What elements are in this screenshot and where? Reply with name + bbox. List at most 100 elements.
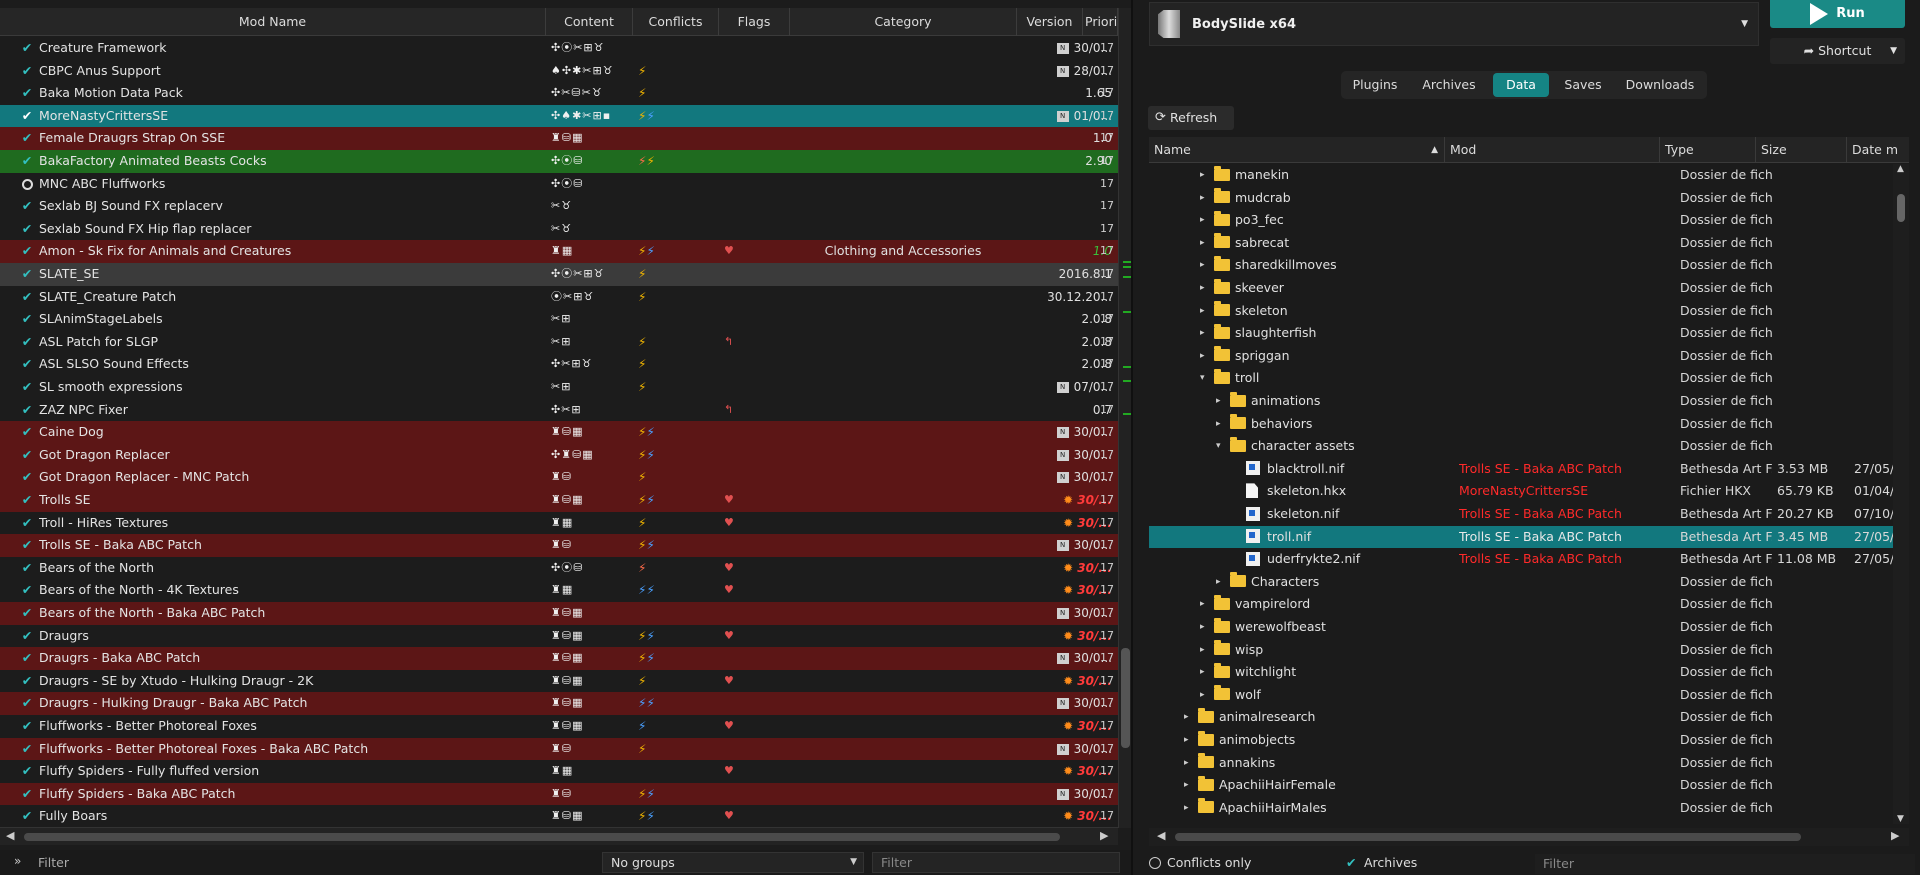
tab-saves[interactable]: Saves bbox=[1553, 73, 1613, 97]
tree-file-row[interactable]: troll.nif Trolls SE - Baka ABC Patch Bethe… bbox=[1149, 525, 1893, 549]
scroll-right-icon[interactable]: ▶ bbox=[1100, 829, 1108, 842]
chevron-right-icon[interactable]: ▸ bbox=[1200, 232, 1212, 255]
chevron-right-icon[interactable]: ▸ bbox=[1200, 593, 1212, 616]
tree-folder-row[interactable]: ▸ animations Dossier de fich... bbox=[1149, 390, 1893, 413]
chevron-right-icon[interactable]: ▸ bbox=[1200, 187, 1212, 210]
mod-enabled-checkbox[interactable]: ✔ bbox=[20, 760, 34, 783]
mod-enabled-checkbox[interactable]: ✔ bbox=[20, 376, 34, 399]
chevron-right-icon[interactable]: ▸ bbox=[1216, 390, 1228, 413]
mod-enabled-checkbox[interactable]: ✔ bbox=[20, 308, 34, 331]
column-size[interactable]: Size bbox=[1756, 137, 1847, 163]
mod-enabled-checkbox[interactable]: ✔ bbox=[20, 512, 34, 535]
scroll-down-icon[interactable]: ▼ bbox=[1897, 814, 1904, 824]
mod-row[interactable]: ✔ ASL SLSO Sound Effects ✣✂⊞♉ ⚡ 2.0.8 17 bbox=[0, 353, 1118, 376]
tree-folder-row[interactable]: ▸ animobjects Dossier de fich... bbox=[1149, 729, 1893, 752]
scrollbar-thumb[interactable] bbox=[1121, 648, 1130, 748]
tree-folder-row[interactable]: ▸ sharedkillmoves Dossier de fich... bbox=[1149, 254, 1893, 277]
data-tree-vertical-scrollbar[interactable]: ▲ ▼ bbox=[1893, 164, 1909, 824]
run-button[interactable]: Run bbox=[1770, 0, 1905, 28]
mod-enabled-checkbox[interactable] bbox=[20, 173, 34, 196]
tree-folder-row[interactable]: ▸ po3_fec Dossier de fich... bbox=[1149, 209, 1893, 232]
tree-folder-row[interactable]: ▸ ApachiiHairMales Dossier de fich... bbox=[1149, 797, 1893, 820]
mod-row[interactable]: ✔ Amon - Sk Fix for Animals and Creatures… bbox=[0, 240, 1118, 263]
mod-row[interactable]: ✔ Fluffworks - Better Photoreal Foxes ♜⛁▦ ⚡… bbox=[0, 715, 1118, 738]
mod-row[interactable]: MNC ABC Fluffworks ✣⦿⛁ 17 bbox=[0, 172, 1118, 196]
chevron-right-icon[interactable] bbox=[1232, 503, 1244, 526]
mod-enabled-checkbox[interactable]: ✔ bbox=[20, 444, 34, 467]
mod-row[interactable]: ✔ ASL Patch for SLGP ✂⊞ ⚡ ↰ 2.0.8 17 bbox=[0, 330, 1118, 354]
scrollbar-thumb[interactable] bbox=[1175, 833, 1801, 841]
tree-folder-row[interactable]: ▸ witchlight Dossier de fich... bbox=[1149, 661, 1893, 684]
column-type[interactable]: Type bbox=[1660, 137, 1756, 163]
chevron-right-icon[interactable]: ▸ bbox=[1200, 661, 1212, 684]
mod-enabled-checkbox[interactable]: ✔ bbox=[20, 647, 34, 670]
mod-enabled-checkbox[interactable]: ✔ bbox=[20, 489, 34, 512]
chevron-right-icon[interactable]: ▸ bbox=[1200, 322, 1212, 345]
chevron-right-icon[interactable]: ▸ bbox=[1200, 300, 1212, 323]
column-conflicts[interactable]: Conflicts bbox=[633, 8, 719, 36]
tree-folder-row[interactable]: ▾ character assets Dossier de fich... bbox=[1149, 435, 1893, 458]
mod-enabled-checkbox[interactable]: ✔ bbox=[20, 331, 34, 354]
chevron-right-icon[interactable]: ▸ bbox=[1200, 616, 1212, 639]
tree-folder-row[interactable]: ▸ skeever Dossier de fich... bbox=[1149, 277, 1893, 300]
mod-row[interactable]: ✔ SL smooth expressions ✂⊞ ⚡ N 07/0... 17 bbox=[0, 376, 1118, 399]
expand-filters-icon[interactable]: » bbox=[14, 854, 21, 868]
mod-row[interactable]: ✔ Caine Dog ♜⛁▦ ⚡⚡ N 30/0... 17 bbox=[0, 421, 1118, 444]
scroll-right-icon[interactable]: ▶ bbox=[1891, 829, 1899, 842]
tree-folder-row[interactable]: ▸ behaviors Dossier de fich... bbox=[1149, 413, 1893, 436]
mod-enabled-checkbox[interactable]: ✔ bbox=[20, 353, 34, 376]
tree-folder-row[interactable]: ▸ skeleton Dossier de fich... bbox=[1149, 300, 1893, 323]
mod-enabled-checkbox[interactable]: ✔ bbox=[20, 195, 34, 218]
data-filter-input[interactable]: Filter bbox=[1535, 854, 1915, 874]
mod-row[interactable]: ✔ Trolls SE ♜⛁▦ ⚡⚡ ♥ ✹ 30/... 17 bbox=[0, 489, 1118, 512]
mod-enabled-checkbox[interactable]: ✔ bbox=[20, 263, 34, 286]
chevron-right-icon[interactable]: ▸ bbox=[1200, 639, 1212, 662]
tree-folder-row[interactable]: ▸ annakins Dossier de fich... bbox=[1149, 752, 1893, 775]
mod-row[interactable]: ✔ CBPC Anus Support ♠✣✱✂⊞♉ ⚡ N 28/0... 17 bbox=[0, 59, 1118, 83]
mod-row[interactable]: ✔ SLAnimStageLabels ✂⊞ 2.0.8 17 bbox=[0, 308, 1118, 331]
mod-row[interactable]: ✔ Got Dragon Replacer ✣♜⛁▦ ⚡⚡ N 30/0... 17 bbox=[0, 443, 1118, 467]
chevron-right-icon[interactable]: ▸ bbox=[1216, 413, 1228, 436]
mod-row[interactable]: ✔ Draugrs - Hulking Draugr - Baka ABC Pat… bbox=[0, 692, 1118, 715]
tree-file-row[interactable]: blacktroll.nif Trolls SE - Baka ABC Patch… bbox=[1149, 458, 1893, 481]
archives-checkbox[interactable]: ✔ Archives bbox=[1346, 853, 1417, 873]
chevron-right-icon[interactable]: ▸ bbox=[1184, 774, 1196, 797]
column-content[interactable]: Content bbox=[546, 8, 633, 36]
data-tree-horizontal-scrollbar[interactable]: ◀ ▶ bbox=[1149, 828, 1909, 846]
mod-enabled-checkbox[interactable]: ✔ bbox=[20, 715, 34, 738]
column-mod-name[interactable]: Mod Name bbox=[0, 8, 546, 36]
chevron-right-icon[interactable] bbox=[1232, 526, 1244, 549]
mod-row[interactable]: ✔ SLATE_SE ✣⦿✂⊞♉ ⚡ 2016.8.1 17 bbox=[0, 263, 1118, 286]
chevron-right-icon[interactable] bbox=[1232, 480, 1244, 503]
mod-row[interactable]: ✔ Fully Boars ♜⛁▦ ⚡⚡ ♥ ✹ 30/... 17 bbox=[0, 805, 1118, 825]
mod-row[interactable]: ✔ Bears of the North ✣⦿⛁ ⚡ ♥ ✹ 30/... 17 bbox=[0, 556, 1118, 580]
tree-folder-row[interactable]: ▸ Characters Dossier de fich... bbox=[1149, 571, 1893, 594]
tree-file-row[interactable]: uderfrykte2.nif Trolls SE - Baka ABC Patc… bbox=[1149, 548, 1893, 571]
chevron-right-icon[interactable] bbox=[1232, 458, 1244, 481]
scrollbar-thumb[interactable] bbox=[1897, 194, 1905, 222]
mod-row[interactable]: ✔ Troll - HiRes Textures ♜▦ ⚡ ♥ ✹ 30/... 17 bbox=[0, 511, 1118, 535]
mod-row[interactable]: ✔ Bears of the North - Baka ABC Patch ♜⛁▦ N… bbox=[0, 602, 1118, 625]
tree-folder-row[interactable]: ▸ manekin Dossier de fich... bbox=[1149, 164, 1893, 187]
mod-enabled-checkbox[interactable]: ✔ bbox=[20, 60, 34, 83]
mod-enabled-checkbox[interactable]: ✔ bbox=[20, 557, 34, 580]
mod-row[interactable]: ✔ Draugrs - SE by Xtudo - Hulking Draugr … bbox=[0, 669, 1118, 693]
mod-enabled-checkbox[interactable]: ✔ bbox=[20, 82, 34, 105]
mod-row[interactable]: ✔ Fluffy Spiders - Baka ABC Patch ♜⛁ ⚡⚡ N 30/… bbox=[0, 782, 1118, 806]
mod-filter-input[interactable]: Filter bbox=[30, 852, 590, 873]
tree-folder-row[interactable]: ▸ animalresearch Dossier de fich... bbox=[1149, 706, 1893, 729]
mod-row[interactable]: ✔ Sexlab Sound FX Hip flap replacer ✂♉ 17 bbox=[0, 217, 1118, 241]
mod-row[interactable]: ✔ Got Dragon Replacer - MNC Patch ♜⛁ ⚡ N 30/0… bbox=[0, 466, 1118, 489]
tree-folder-row[interactable]: ▸ slaughterfish Dossier de fich... bbox=[1149, 322, 1893, 345]
mod-list-horizontal-scrollbar[interactable]: ◀ ▶ bbox=[0, 827, 1118, 845]
column-priority[interactable]: Priority bbox=[1083, 8, 1118, 36]
mod-enabled-checkbox[interactable]: ✔ bbox=[20, 738, 34, 761]
mod-row[interactable]: ✔ Creature Framework ✣⦿✂⊞♉ N 30/0... 17 bbox=[0, 37, 1118, 60]
mod-row[interactable]: ✔ Female Draugrs Strap On SSE ♜⛁▦ 1.0 17 bbox=[0, 127, 1118, 150]
tab-plugins[interactable]: Plugins bbox=[1345, 73, 1405, 97]
tree-folder-row[interactable]: ▸ vampirelord Dossier de fich... bbox=[1149, 593, 1893, 616]
tree-folder-row[interactable]: ▸ spriggan Dossier de fich... bbox=[1149, 345, 1893, 368]
mod-enabled-checkbox[interactable]: ✔ bbox=[20, 421, 34, 444]
mod-row[interactable]: ✔ Fluffy Spiders - Fully fluffed version ♜… bbox=[0, 760, 1118, 783]
mod-enabled-checkbox[interactable]: ✔ bbox=[20, 399, 34, 422]
